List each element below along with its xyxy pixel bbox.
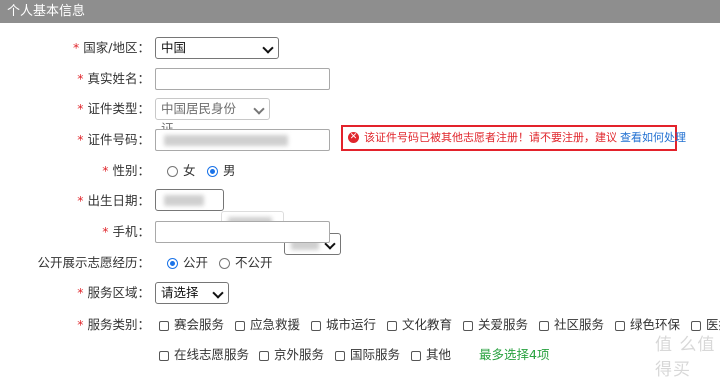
checkbox-option[interactable]: 文化教育 (387, 313, 452, 337)
checkbox[interactable] (335, 350, 345, 361)
chevron-down-icon (212, 287, 224, 299)
radio-male[interactable] (207, 166, 218, 177)
error-circle-icon: ✕ (348, 132, 359, 143)
error-text: 该证件号码已被其他志愿者注册！请不要注册，建议 查看如何处理 (364, 131, 686, 144)
redacted-value (164, 135, 288, 146)
radio-female[interactable] (167, 166, 178, 177)
checkbox[interactable] (159, 350, 169, 361)
checkbox-option[interactable]: 其他 (411, 343, 451, 367)
checkbox[interactable] (615, 320, 625, 331)
id-number-label: * 证件号码： (77, 132, 150, 147)
checkbox-option[interactable]: 赛会服务 (159, 313, 224, 337)
real-name-label: * 真实姓名： (77, 71, 150, 86)
watermark: 值 么值得买 (655, 335, 716, 380)
phone-label: * 手机： (102, 224, 150, 239)
id-type-label: * 证件类型： (77, 101, 150, 116)
checkbox-option[interactable]: 关爱服务 (463, 313, 528, 337)
checkbox-option[interactable]: 社区服务 (539, 313, 604, 337)
checkbox[interactable] (387, 320, 397, 331)
phone-row: * 手机： (0, 220, 720, 244)
chevron-down-icon (253, 103, 265, 115)
checkbox[interactable] (311, 320, 321, 331)
checkbox-option[interactable]: 国际服务 (335, 343, 400, 367)
service-area-select-value: 请选择 (161, 285, 199, 300)
public-history-label: 公开展示志愿经历： (37, 255, 150, 270)
chevron-down-icon (262, 42, 274, 54)
checkbox-option[interactable]: 京外服务 (259, 343, 324, 367)
service-type-row: * 服务类别： 赛会服务 应急救援 城市运行 文化教育 关爱服务 社区服务 绿色环… (0, 313, 720, 337)
service-area-select[interactable]: 请选择 (155, 282, 229, 304)
birth-year-select[interactable] (155, 189, 224, 211)
gender-male-option[interactable]: 男 (207, 159, 236, 183)
required-mark: * (73, 40, 80, 55)
gender-label: * 性别： (102, 163, 150, 178)
service-type-label: * 服务类别： (77, 317, 150, 332)
country-select-value: 中国 (161, 40, 187, 55)
phone-input[interactable] (155, 221, 330, 243)
checkbox-option[interactable]: 在线志愿服务 (159, 343, 249, 367)
radio-not-public[interactable] (219, 258, 230, 269)
id-type-select[interactable]: 中国居民身份证 (155, 98, 270, 136)
section-title: 个人基本信息 (7, 4, 86, 19)
id-number-input[interactable] (155, 129, 330, 151)
birth-date-row: * 出生日期： (0, 189, 720, 255)
section-header: 个人基本信息 (0, 0, 720, 23)
public-option[interactable]: 公开 (167, 251, 208, 275)
country-row: * 国家/地区： 中国 (0, 36, 720, 60)
checkbox[interactable] (463, 320, 473, 331)
checkbox[interactable] (691, 320, 701, 331)
service-area-row: * 服务区域： 请选择 (0, 281, 720, 305)
service-area-label: * 服务区域： (77, 285, 150, 300)
checkbox-option[interactable]: 应急救援 (235, 313, 300, 337)
public-history-row: 公开展示志愿经历： 公开 不公开 (0, 251, 720, 275)
id-type-row: *证件类型： 中国居民身份证 (0, 97, 720, 136)
birth-date-label: * 出生日期： (77, 193, 150, 208)
checkbox-option[interactable]: 城市运行 (311, 313, 376, 337)
max-select-hint: 最多选择4项 (479, 347, 550, 362)
service-type-row-2: 在线志愿服务 京外服务 国际服务 其他 最多选择4项 (0, 343, 720, 367)
not-public-option[interactable]: 不公开 (219, 251, 273, 275)
checkbox[interactable] (411, 350, 421, 361)
radio-public[interactable] (167, 258, 178, 269)
country-select[interactable]: 中国 (155, 37, 279, 59)
gender-female-option[interactable]: 女 (167, 159, 196, 183)
country-label: * 国家/地区： (73, 40, 150, 55)
error-message-box: ✕ 该证件号码已被其他志愿者注册！请不要注册，建议 查看如何处理 (341, 125, 686, 151)
checkbox[interactable] (539, 320, 549, 331)
real-name-input[interactable] (155, 68, 330, 90)
real-name-row: * 真实姓名： (0, 67, 720, 91)
checkbox[interactable] (159, 320, 169, 331)
checkbox[interactable] (259, 350, 269, 361)
gender-row: * 性别： 女 男 (0, 159, 720, 183)
how-to-handle-link[interactable]: 查看如何处理 (620, 131, 686, 144)
checkbox[interactable] (235, 320, 245, 331)
